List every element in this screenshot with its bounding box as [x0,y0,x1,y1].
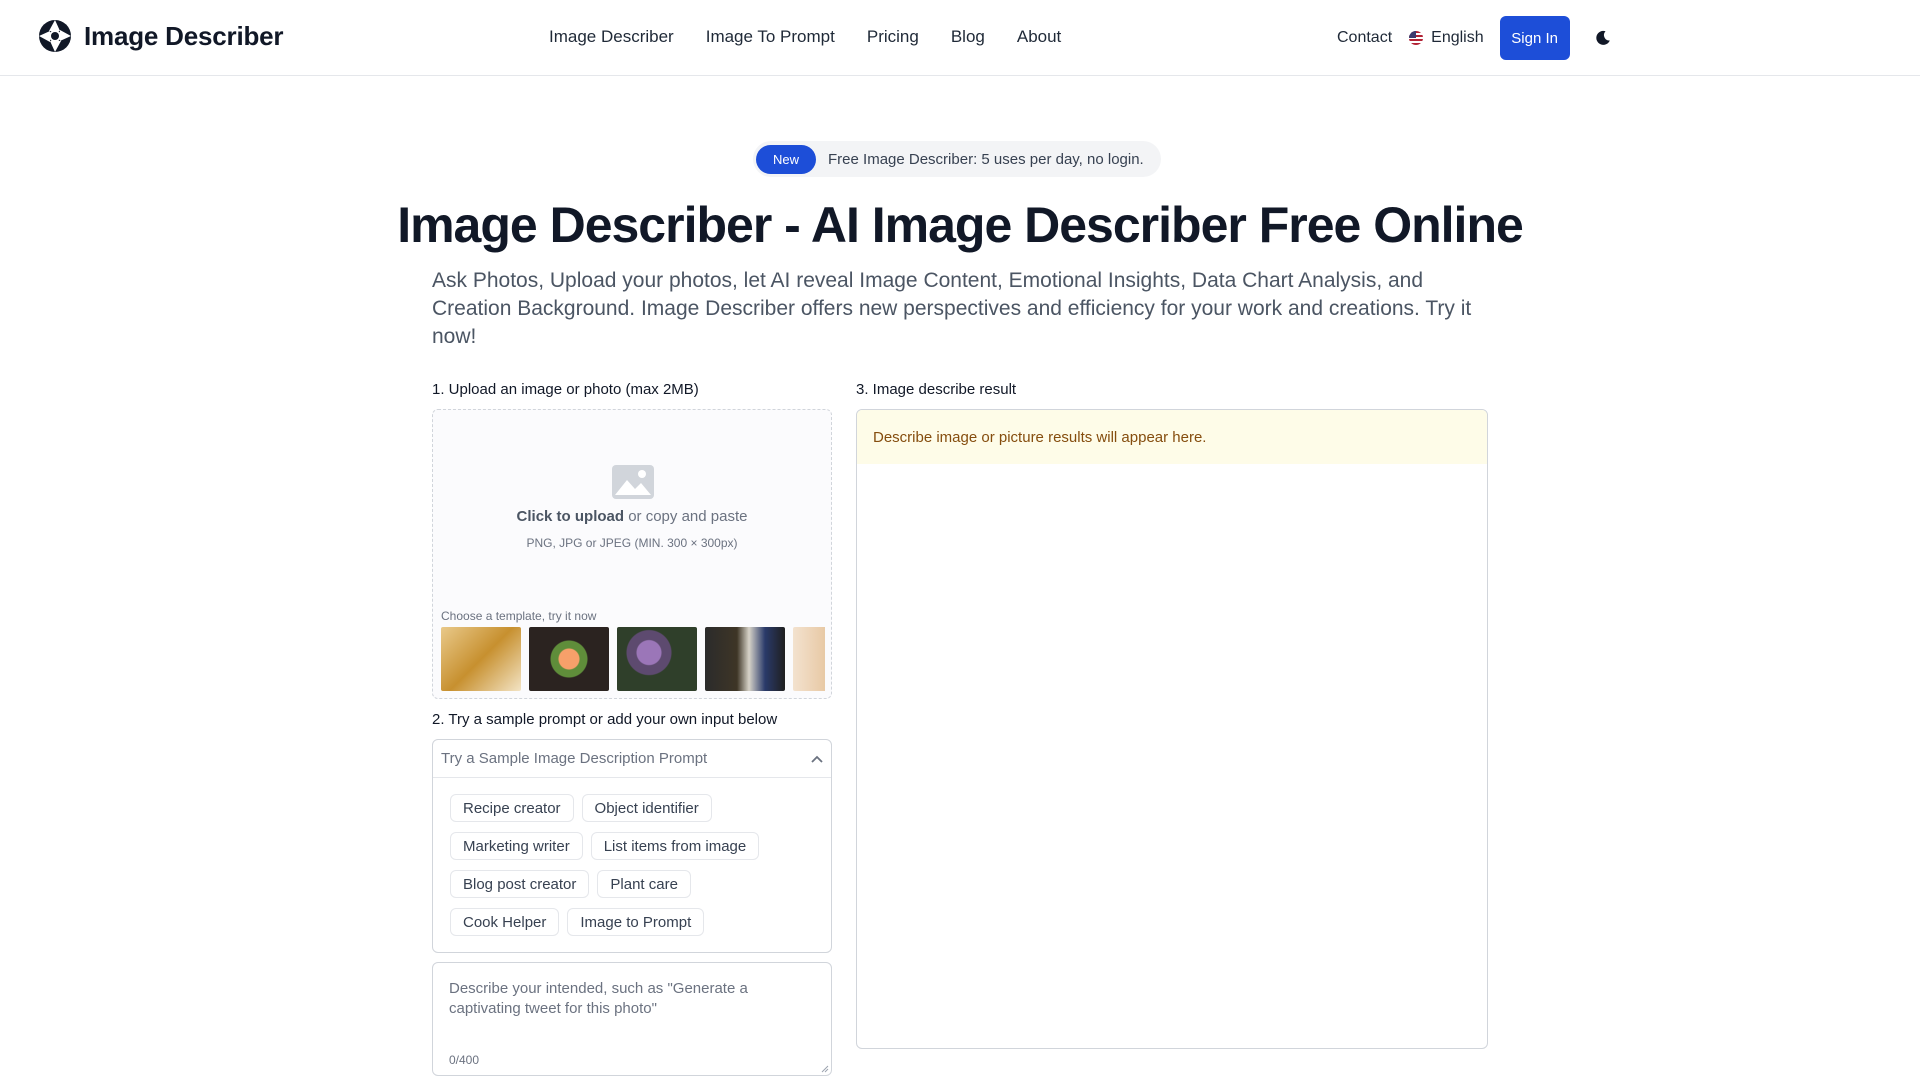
chip-recipe-creator[interactable]: Recipe creator [450,794,574,822]
image-placeholder-icon [612,465,654,499]
resize-handle-icon[interactable] [821,1065,829,1073]
copy-paste-text: or copy and paste [624,508,748,525]
contact-link[interactable]: Contact [1337,29,1392,47]
template-thumbnail[interactable] [441,627,521,691]
chip-cook-helper[interactable]: Cook Helper [450,908,560,936]
sample-prompt-panel: Try a Sample Image Description Prompt Re… [432,739,832,953]
moon-icon-glyph [1595,30,1610,45]
textarea-placeholder: Describe your intended, such as "Generat… [449,980,748,1017]
header-actions: Contact English Sign In [1337,16,1614,60]
chip-marketing-writer[interactable]: Marketing writer [450,832,583,860]
upload-formats: PNG, JPG or JPEG (MIN. 300 × 300px) [526,536,738,550]
page-title: Image Describer - AI Image Describer Fre… [397,197,1524,253]
select-placeholder: Try a Sample Image Description Prompt [441,750,708,767]
result-placeholder: Describe image or picture results will a… [857,410,1487,464]
announcement-text: Free Image Describer: 5 uses per day, no… [828,150,1144,168]
prompt-textarea[interactable]: Describe your intended, such as "Generat… [432,962,832,1076]
click-to-upload-text[interactable]: Click to upload [517,508,625,525]
brand-name: Image Describer [84,20,284,51]
chevron-up-icon [811,755,823,763]
us-flag-icon [1409,31,1424,45]
upload-label: 1. Upload an image or photo (max 2MB) [432,381,699,398]
chip-blog-post-creator[interactable]: Blog post creator [450,870,590,898]
chip-image-to-prompt[interactable]: Image to Prompt [567,908,705,936]
result-label: 3. Image describe result [856,381,1017,398]
aperture-logo-icon [39,20,71,52]
language-label: English [1431,29,1484,46]
new-tag: New [756,144,817,174]
template-thumbnail[interactable] [705,627,785,691]
template-thumbnail[interactable] [617,627,697,691]
main-nav: Image Describer Image To Prompt Pricing … [549,27,1061,47]
template-label: Choose a template, try it now [441,609,597,623]
brand-home-link[interactable]: Image Describer [38,19,284,53]
chip-list-items[interactable]: List items from image [590,832,760,860]
character-counter: 0/400 [449,1053,480,1067]
moon-icon[interactable] [1592,27,1614,49]
nav-about[interactable]: About [1017,27,1061,47]
language-selector[interactable]: English [1409,29,1484,47]
announcement-badge: New Free Image Describer: 5 uses per day… [753,141,1161,177]
template-thumbnail[interactable] [529,627,609,691]
site-header: Image Describer Image Describer Image To… [0,0,1920,76]
nav-image-describer[interactable]: Image Describer [549,27,674,47]
result-panel: Describe image or picture results will a… [856,409,1488,1049]
chip-plant-care[interactable]: Plant care [597,870,691,898]
chip-object-identifier[interactable]: Object identifier [581,794,712,822]
prompt-chips: Recipe creator Object identifier Marketi… [450,794,820,936]
sample-prompt-select[interactable]: Try a Sample Image Description Prompt [433,740,831,778]
prompt-label: 2. Try a sample prompt or add your own i… [432,711,778,728]
template-thumbnail[interactable] [793,627,825,691]
upload-dropzone[interactable]: Click to upload or copy and paste PNG, J… [432,409,832,699]
nav-pricing[interactable]: Pricing [867,27,919,47]
sign-in-button[interactable]: Sign In [1499,16,1570,60]
template-strip [441,627,825,691]
nav-blog[interactable]: Blog [951,27,985,47]
page-subtitle: Ask Photos, Upload your photos, let AI r… [432,269,1472,348]
nav-image-to-prompt[interactable]: Image To Prompt [706,27,835,47]
upload-instructions: Click to upload or copy and paste [433,508,831,525]
